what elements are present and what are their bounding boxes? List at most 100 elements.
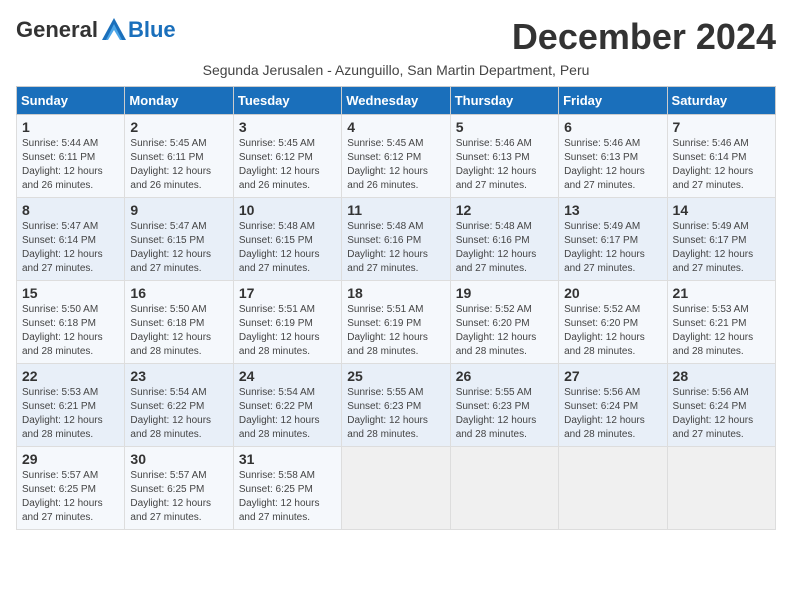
day-info: Sunrise: 5:46 AM Sunset: 6:13 PM Dayligh…	[456, 137, 553, 193]
calendar-day-cell: 22Sunrise: 5:53 AM Sunset: 6:21 PM Dayli…	[17, 364, 125, 447]
calendar-week-row: 29 Sunrise: 5:57 AM Sunset: 6:25 PM Dayli…	[17, 447, 776, 530]
day-info: Sunrise: 5:50 AM Sunset: 6:18 PM Dayligh…	[22, 303, 119, 359]
day-info: Sunrise: 5:45 AM Sunset: 6:12 PM Dayligh…	[239, 137, 336, 193]
calendar-day-cell: 1Sunrise: 5:44 AM Sunset: 6:11 PM Daylig…	[17, 115, 125, 198]
day-info: Sunrise: 5:54 AM Sunset: 6:22 PM Dayligh…	[239, 386, 336, 442]
day-of-week-header: Friday	[559, 87, 667, 115]
day-of-week-header: Saturday	[667, 87, 775, 115]
calendar-day-cell: 17 Sunrise: 5:51 AM Sunset: 6:19 PM Dayli…	[233, 281, 341, 364]
day-info: Sunrise: 5:57 AM Sunset: 6:25 PM Dayligh…	[22, 469, 119, 525]
day-info: Sunrise: 5:45 AM Sunset: 6:12 PM Dayligh…	[347, 137, 444, 193]
calendar-day-cell: 16 Sunrise: 5:50 AM Sunset: 6:18 PM Dayli…	[125, 281, 233, 364]
calendar-week-row: 15 Sunrise: 5:50 AM Sunset: 6:18 PM Dayli…	[17, 281, 776, 364]
calendar-day-cell: 2 Sunrise: 5:45 AM Sunset: 6:11 PM Daylig…	[125, 115, 233, 198]
calendar-day-cell	[559, 447, 667, 530]
logo-general-text: General	[16, 17, 98, 43]
calendar-day-cell: 11Sunrise: 5:48 AM Sunset: 6:16 PM Dayli…	[342, 198, 450, 281]
calendar-day-cell: 27 Sunrise: 5:56 AM Sunset: 6:24 PM Dayli…	[559, 364, 667, 447]
day-number: 23	[130, 368, 227, 384]
calendar-day-cell: 25 Sunrise: 5:55 AM Sunset: 6:23 PM Dayli…	[342, 364, 450, 447]
day-info: Sunrise: 5:46 AM Sunset: 6:14 PM Dayligh…	[673, 137, 770, 193]
calendar-day-cell: 29 Sunrise: 5:57 AM Sunset: 6:25 PM Dayli…	[17, 447, 125, 530]
calendar-day-cell: 4 Sunrise: 5:45 AM Sunset: 6:12 PM Daylig…	[342, 115, 450, 198]
day-info: Sunrise: 5:46 AM Sunset: 6:13 PM Dayligh…	[564, 137, 661, 193]
day-info: Sunrise: 5:45 AM Sunset: 6:11 PM Dayligh…	[130, 137, 227, 193]
day-number: 11	[347, 202, 444, 218]
day-info: Sunrise: 5:50 AM Sunset: 6:18 PM Dayligh…	[130, 303, 227, 359]
calendar-week-row: 8 Sunrise: 5:47 AM Sunset: 6:14 PM Daylig…	[17, 198, 776, 281]
day-number: 5	[456, 119, 553, 135]
calendar-day-cell: 18 Sunrise: 5:51 AM Sunset: 6:19 PM Dayli…	[342, 281, 450, 364]
day-number: 18	[347, 285, 444, 301]
day-number: 27	[564, 368, 661, 384]
day-number: 24	[239, 368, 336, 384]
calendar-day-cell: 8 Sunrise: 5:47 AM Sunset: 6:14 PM Daylig…	[17, 198, 125, 281]
calendar-day-cell	[450, 447, 558, 530]
logo: General Blue	[16, 16, 176, 44]
day-info: Sunrise: 5:55 AM Sunset: 6:23 PM Dayligh…	[347, 386, 444, 442]
day-number: 17	[239, 285, 336, 301]
day-of-week-header: Tuesday	[233, 87, 341, 115]
calendar-header-row: SundayMondayTuesdayWednesdayThursdayFrid…	[17, 87, 776, 115]
day-number: 1	[22, 119, 119, 135]
day-info: Sunrise: 5:58 AM Sunset: 6:25 PM Dayligh…	[239, 469, 336, 525]
logo-blue-text: Blue	[128, 17, 176, 43]
day-info: Sunrise: 5:52 AM Sunset: 6:20 PM Dayligh…	[456, 303, 553, 359]
day-number: 22	[22, 368, 119, 384]
day-info: Sunrise: 5:47 AM Sunset: 6:15 PM Dayligh…	[130, 220, 227, 276]
calendar-day-cell: 28Sunrise: 5:56 AM Sunset: 6:24 PM Dayli…	[667, 364, 775, 447]
day-info: Sunrise: 5:52 AM Sunset: 6:20 PM Dayligh…	[564, 303, 661, 359]
day-info: Sunrise: 5:49 AM Sunset: 6:17 PM Dayligh…	[673, 220, 770, 276]
day-number: 4	[347, 119, 444, 135]
day-of-week-header: Wednesday	[342, 87, 450, 115]
calendar-day-cell: 30Sunrise: 5:57 AM Sunset: 6:25 PM Dayli…	[125, 447, 233, 530]
calendar-day-cell: 12 Sunrise: 5:48 AM Sunset: 6:16 PM Dayli…	[450, 198, 558, 281]
logo-icon	[100, 16, 128, 44]
day-info: Sunrise: 5:56 AM Sunset: 6:24 PM Dayligh…	[564, 386, 661, 442]
day-number: 12	[456, 202, 553, 218]
day-number: 2	[130, 119, 227, 135]
day-number: 29	[22, 451, 119, 467]
calendar-day-cell: 26Sunrise: 5:55 AM Sunset: 6:23 PM Dayli…	[450, 364, 558, 447]
calendar-day-cell: 9 Sunrise: 5:47 AM Sunset: 6:15 PM Daylig…	[125, 198, 233, 281]
day-info: Sunrise: 5:54 AM Sunset: 6:22 PM Dayligh…	[130, 386, 227, 442]
day-number: 16	[130, 285, 227, 301]
day-info: Sunrise: 5:56 AM Sunset: 6:24 PM Dayligh…	[673, 386, 770, 442]
day-number: 26	[456, 368, 553, 384]
day-info: Sunrise: 5:57 AM Sunset: 6:25 PM Dayligh…	[130, 469, 227, 525]
calendar-day-cell: 19Sunrise: 5:52 AM Sunset: 6:20 PM Dayli…	[450, 281, 558, 364]
day-info: Sunrise: 5:48 AM Sunset: 6:15 PM Dayligh…	[239, 220, 336, 276]
header: General Blue December 2024	[16, 16, 776, 58]
day-number: 10	[239, 202, 336, 218]
day-info: Sunrise: 5:53 AM Sunset: 6:21 PM Dayligh…	[673, 303, 770, 359]
day-of-week-header: Sunday	[17, 87, 125, 115]
day-info: Sunrise: 5:49 AM Sunset: 6:17 PM Dayligh…	[564, 220, 661, 276]
day-number: 9	[130, 202, 227, 218]
calendar-day-cell: 6 Sunrise: 5:46 AM Sunset: 6:13 PM Daylig…	[559, 115, 667, 198]
day-number: 6	[564, 119, 661, 135]
calendar-table: SundayMondayTuesdayWednesdayThursdayFrid…	[16, 86, 776, 530]
calendar-week-row: 22Sunrise: 5:53 AM Sunset: 6:21 PM Dayli…	[17, 364, 776, 447]
calendar-day-cell: 10 Sunrise: 5:48 AM Sunset: 6:15 PM Dayli…	[233, 198, 341, 281]
day-info: Sunrise: 5:51 AM Sunset: 6:19 PM Dayligh…	[239, 303, 336, 359]
calendar-day-cell: 23 Sunrise: 5:54 AM Sunset: 6:22 PM Dayli…	[125, 364, 233, 447]
calendar-week-row: 1Sunrise: 5:44 AM Sunset: 6:11 PM Daylig…	[17, 115, 776, 198]
calendar-day-cell: 7 Sunrise: 5:46 AM Sunset: 6:14 PM Daylig…	[667, 115, 775, 198]
calendar-day-cell: 5 Sunrise: 5:46 AM Sunset: 6:13 PM Daylig…	[450, 115, 558, 198]
day-number: 15	[22, 285, 119, 301]
calendar-day-cell: 31 Sunrise: 5:58 AM Sunset: 6:25 PM Dayli…	[233, 447, 341, 530]
day-number: 7	[673, 119, 770, 135]
day-info: Sunrise: 5:51 AM Sunset: 6:19 PM Dayligh…	[347, 303, 444, 359]
day-info: Sunrise: 5:47 AM Sunset: 6:14 PM Dayligh…	[22, 220, 119, 276]
day-number: 20	[564, 285, 661, 301]
day-number: 25	[347, 368, 444, 384]
calendar-day-cell: 21Sunrise: 5:53 AM Sunset: 6:21 PM Dayli…	[667, 281, 775, 364]
day-number: 3	[239, 119, 336, 135]
month-title: December 2024	[512, 16, 776, 58]
subtitle: Segunda Jerusalen - Azunguillo, San Mart…	[16, 62, 776, 78]
day-info: Sunrise: 5:48 AM Sunset: 6:16 PM Dayligh…	[456, 220, 553, 276]
day-number: 31	[239, 451, 336, 467]
day-number: 8	[22, 202, 119, 218]
calendar-day-cell: 24 Sunrise: 5:54 AM Sunset: 6:22 PM Dayli…	[233, 364, 341, 447]
calendar-day-cell	[342, 447, 450, 530]
